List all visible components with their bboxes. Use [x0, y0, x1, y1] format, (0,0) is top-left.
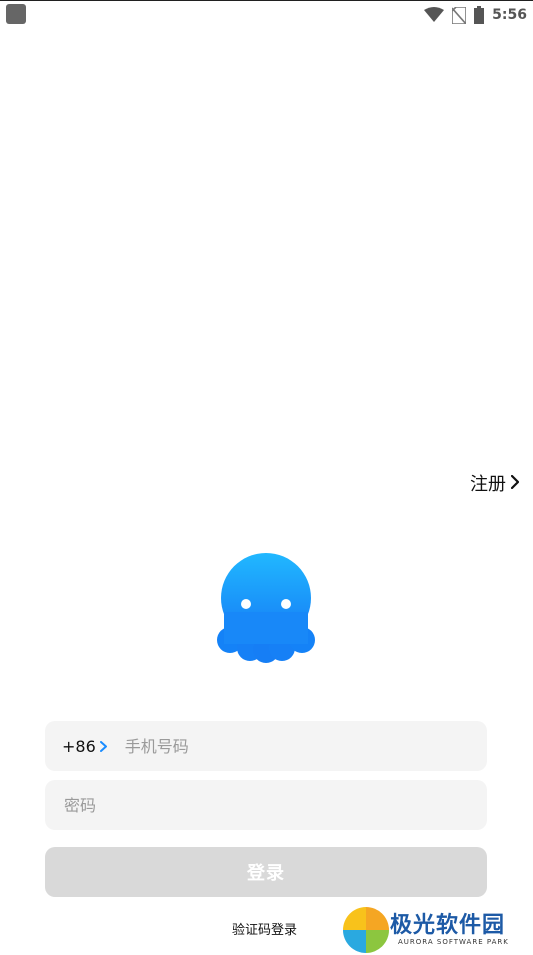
aurora-logo-icon: [343, 907, 389, 953]
phone-number-input[interactable]: [124, 721, 487, 771]
notification-square-icon: [6, 4, 26, 24]
no-sim-icon: [452, 6, 467, 24]
status-bar: 5:56: [0, 0, 533, 30]
battery-icon: [474, 6, 485, 24]
watermark-title: 极光软件园: [390, 913, 506, 938]
password-input[interactable]: [64, 780, 487, 830]
status-time: 5:56: [492, 7, 527, 23]
country-code-selector[interactable]: +86: [62, 737, 107, 756]
register-label: 注册: [470, 474, 506, 495]
wifi-icon: [424, 7, 445, 23]
octopus-mascot-logo: [214, 552, 318, 664]
watermark-subtitle: AURORA SOFTWARE PARK: [398, 938, 509, 946]
register-link[interactable]: 注册: [470, 470, 520, 496]
password-field: [45, 780, 487, 830]
status-bar-top-border: [0, 0, 533, 1]
phone-field: +86: [45, 721, 487, 771]
verification-code-login-link[interactable]: 验证码登录: [232, 919, 297, 938]
country-code-value: +86: [62, 736, 96, 756]
watermark: 极光软件园 AURORA SOFTWARE PARK: [342, 905, 530, 955]
login-button[interactable]: 登录: [45, 847, 487, 897]
login-screen: 5:56 注册 +86 手机号码 登录 验证码登录 极光软件园 AURORA S…: [0, 0, 533, 955]
chevron-right-icon: [510, 473, 520, 494]
chevron-right-icon: [99, 737, 107, 756]
status-icons: 5:56: [424, 4, 527, 26]
